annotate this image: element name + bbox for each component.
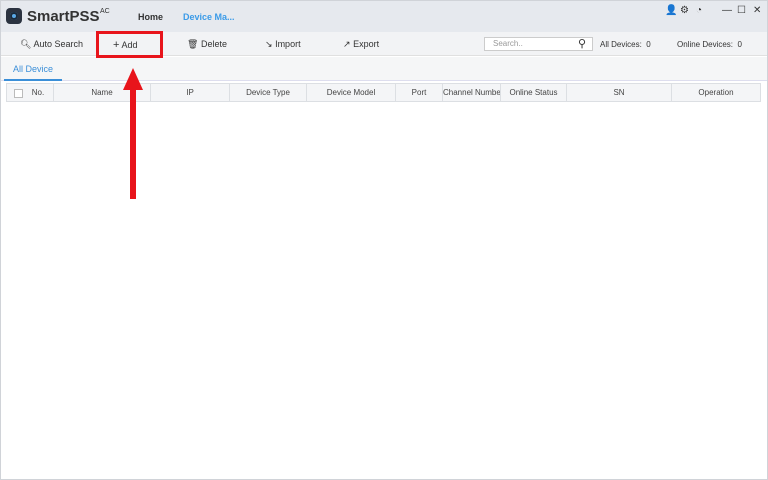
- col-channel-number[interactable]: Channel Number: [443, 84, 501, 101]
- auto-search-button[interactable]: 🔍︎ Auto Search: [20, 39, 83, 50]
- search-icon: 🔍︎: [20, 39, 32, 49]
- delete-button[interactable]: 🗑︎ Delete: [187, 39, 227, 50]
- nav-device-manager[interactable]: Device Ma...: [183, 12, 235, 22]
- arrow-shaft: [130, 88, 136, 199]
- col-sn[interactable]: SN: [567, 84, 672, 101]
- tab-all-device[interactable]: All Device: [4, 57, 62, 81]
- export-label: Export: [353, 39, 380, 49]
- close-button[interactable]: ✕: [753, 5, 761, 16]
- import-button[interactable]: ↘ Import: [265, 39, 301, 50]
- export-icon: ↗: [343, 39, 351, 49]
- gear-icon[interactable]: ⚙: [680, 5, 689, 16]
- all-devices-count: All Devices: 0: [600, 40, 651, 49]
- nav-home[interactable]: Home: [138, 12, 163, 22]
- app-brand-sup: AC: [100, 8, 110, 15]
- col-port[interactable]: Port: [396, 84, 443, 101]
- title-bar: SmartPSS AC Home Device Ma... 👤 ⚙ ◔ — ☐ …: [0, 0, 768, 32]
- auto-search-label: Auto Search: [33, 39, 83, 49]
- online-devices-count: Online Devices: 0: [677, 40, 742, 49]
- app-brand: SmartPSS: [27, 8, 100, 25]
- search-input[interactable]: Search..: [484, 37, 593, 51]
- col-device-model[interactable]: Device Model: [307, 84, 396, 101]
- app-logo-icon: [6, 8, 22, 24]
- maximize-button[interactable]: ☐: [737, 5, 746, 16]
- performance-icon[interactable]: ◔: [696, 5, 702, 16]
- arrow-head-icon: [123, 68, 143, 90]
- col-device-type[interactable]: Device Type: [230, 84, 307, 101]
- col-operation[interactable]: Operation: [672, 84, 760, 101]
- trash-icon: 🗑︎: [187, 39, 199, 49]
- minimize-button[interactable]: —: [722, 5, 732, 16]
- select-all-checkbox[interactable]: [14, 89, 23, 98]
- import-icon: ↘: [265, 39, 273, 49]
- table-header: No. Name IP Device Type Device Model Por…: [6, 83, 761, 102]
- import-label: Import: [275, 39, 301, 49]
- search-icon[interactable]: ⚲: [578, 37, 586, 50]
- col-online-status[interactable]: Online Status: [501, 84, 567, 101]
- col-ip[interactable]: IP: [151, 84, 230, 101]
- export-button[interactable]: ↗ Export: [343, 39, 379, 50]
- col-no[interactable]: No.: [23, 84, 54, 101]
- user-icon[interactable]: 👤: [665, 5, 677, 16]
- tab-bar: All Device: [0, 57, 768, 81]
- delete-label: Delete: [200, 39, 227, 49]
- highlight-box: [96, 31, 163, 58]
